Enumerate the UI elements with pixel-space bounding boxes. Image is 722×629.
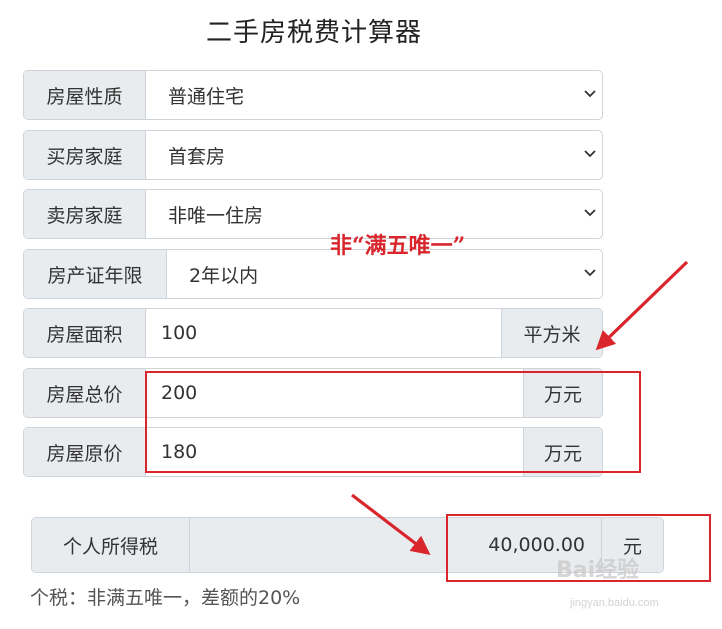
watermark-logo: Bai经验 (556, 558, 640, 583)
red-arrow-icon (351, 260, 689, 555)
tax-note: 个税：非满五唯一，差额的20% (30, 587, 301, 609)
watermark-url: jingyan.baidu.com (570, 597, 659, 609)
